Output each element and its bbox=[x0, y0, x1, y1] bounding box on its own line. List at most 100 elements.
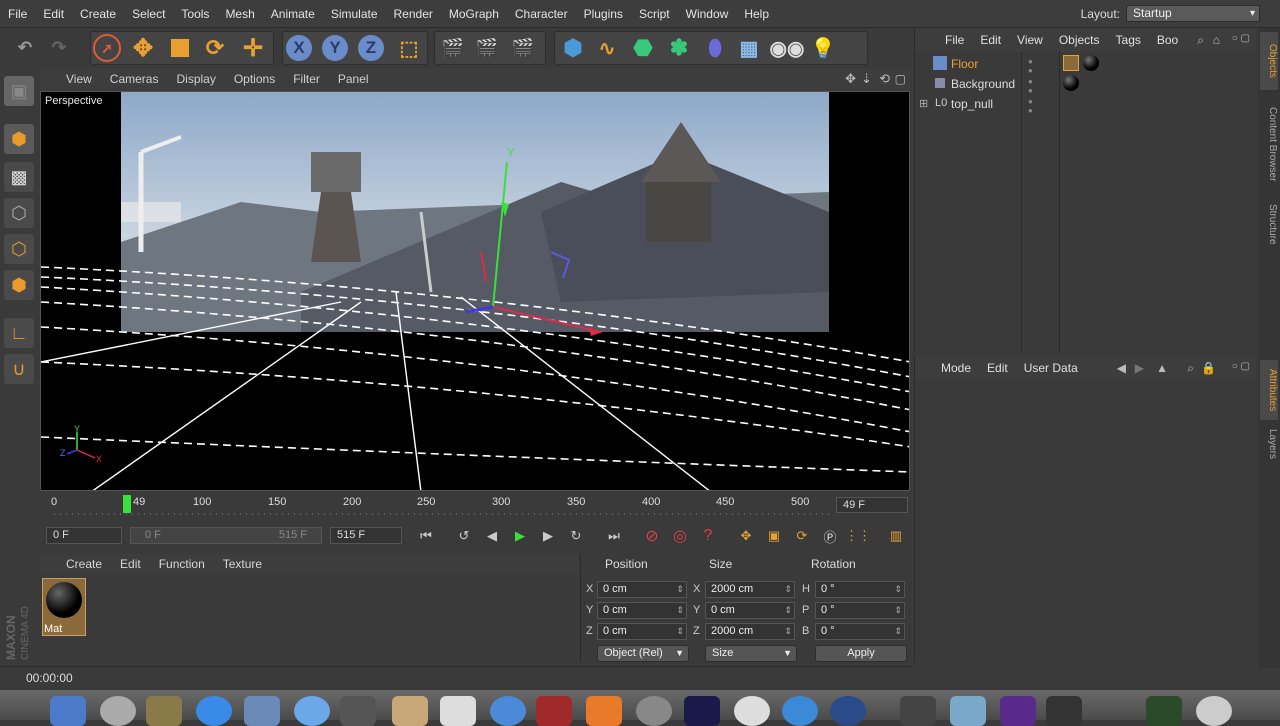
calendar-dock-icon[interactable] bbox=[440, 696, 476, 726]
menu-tools[interactable]: Tools bbox=[173, 7, 217, 21]
app3-dock-icon[interactable] bbox=[782, 696, 818, 726]
position-x-field[interactable]: 0 cm bbox=[597, 581, 687, 598]
light-icon[interactable]: 💡 bbox=[808, 33, 838, 63]
preview-dock-icon[interactable] bbox=[244, 696, 280, 726]
coordinate-system-icon[interactable]: ⬚ bbox=[394, 33, 424, 63]
move-tool-icon[interactable]: ✥ bbox=[128, 33, 158, 63]
tab-layers[interactable]: Layers bbox=[1260, 426, 1278, 462]
object-gizmo[interactable]: Y bbox=[41, 92, 910, 491]
object-menu-bookmarks[interactable]: Boo bbox=[1149, 33, 1186, 47]
object-menu-objects[interactable]: Objects bbox=[1051, 33, 1108, 47]
object-row-background[interactable]: Background ● ● bbox=[915, 74, 1255, 95]
scheme-icon[interactable]: ▥ bbox=[884, 524, 908, 548]
size-y-field[interactable]: 0 cm bbox=[705, 602, 795, 619]
viewport-zoom-icon[interactable]: ⇣ bbox=[861, 71, 872, 87]
attribute-menu-mode[interactable]: Mode bbox=[933, 361, 979, 375]
object-menu-view[interactable]: View bbox=[1009, 33, 1051, 47]
app-dock-icon[interactable] bbox=[146, 696, 182, 726]
viewport-menu-panel[interactable]: Panel bbox=[329, 72, 378, 86]
finder-dock-icon[interactable] bbox=[50, 696, 86, 726]
material-menu-texture[interactable]: Texture bbox=[214, 557, 271, 571]
rotation-p-field[interactable]: 0 ° bbox=[815, 602, 905, 619]
object-row-floor[interactable]: Floor ● ● bbox=[915, 54, 1255, 75]
previous-frame-icon[interactable]: ◀ bbox=[480, 524, 504, 548]
size-z-field[interactable]: 2000 cm bbox=[705, 623, 795, 640]
attribute-panel-icons[interactable]: ○ ▢ bbox=[1232, 361, 1250, 372]
live-selection-icon[interactable]: ✛ bbox=[238, 33, 268, 63]
material-menu-edit[interactable]: Edit bbox=[111, 557, 150, 571]
texture-mode-icon[interactable]: ▩ bbox=[4, 162, 34, 192]
tab-attributes[interactable]: Attributes bbox=[1260, 360, 1278, 420]
background-visibility-dots[interactable]: ● ● bbox=[1028, 77, 1033, 95]
app6-dock-icon[interactable] bbox=[1046, 696, 1082, 726]
photo-booth-dock-icon[interactable] bbox=[536, 696, 572, 726]
material-menu-function[interactable]: Function bbox=[150, 557, 214, 571]
cinema4d-dock-icon[interactable] bbox=[830, 696, 866, 726]
position-y-field[interactable]: 0 cm bbox=[597, 602, 687, 619]
object-row-top-null[interactable]: ⊞ L0 top_null ● ● bbox=[915, 94, 1255, 115]
floor-display-tag-icon[interactable] bbox=[1063, 55, 1079, 71]
x-axis-lock-button[interactable]: X bbox=[286, 35, 312, 61]
after-effects-dock-icon[interactable] bbox=[684, 696, 720, 726]
menu-simulate[interactable]: Simulate bbox=[323, 7, 386, 21]
notes-dock-icon[interactable] bbox=[392, 696, 428, 726]
app-store-dock-icon[interactable] bbox=[196, 696, 232, 726]
premiere-dock-icon[interactable] bbox=[1000, 696, 1036, 726]
current-frame-field[interactable]: 49 F bbox=[836, 497, 908, 513]
snap-magnet-icon[interactable]: ∪ bbox=[4, 354, 34, 384]
make-editable-icon[interactable]: ▣ bbox=[4, 76, 34, 106]
rotation-h-field[interactable]: 0 ° bbox=[815, 581, 905, 598]
size-mode-select[interactable]: Size ▼ bbox=[705, 645, 797, 662]
spline-pen-icon[interactable]: ∿ bbox=[592, 33, 622, 63]
viewport-menu-view[interactable]: View bbox=[40, 72, 101, 86]
polygons-mode-icon[interactable]: ⬢ bbox=[4, 270, 34, 300]
coordinate-mode-select[interactable]: Object (Rel) ▼ bbox=[597, 645, 689, 662]
menu-script[interactable]: Script bbox=[631, 7, 678, 21]
render-settings-icon[interactable]: 🎬 bbox=[508, 33, 538, 63]
menu-mesh[interactable]: Mesh bbox=[217, 7, 262, 21]
terminal-dock-icon[interactable] bbox=[1146, 696, 1182, 726]
key-pla-icon[interactable]: ⋮⋮ bbox=[845, 524, 871, 548]
top-null-visibility-dots[interactable]: ● ● bbox=[1028, 97, 1033, 115]
keyframe-selection-icon[interactable]: ? bbox=[696, 524, 720, 548]
launchpad-dock-icon[interactable] bbox=[100, 696, 136, 726]
rotate-tool-icon[interactable]: ⟳ bbox=[200, 33, 230, 63]
viewport-menu-options[interactable]: Options bbox=[225, 72, 284, 86]
cube-icon[interactable]: ⬢ bbox=[558, 33, 588, 63]
viewport-rotate-icon[interactable]: ⟲ bbox=[879, 71, 890, 87]
background-material-tag-icon[interactable] bbox=[1063, 75, 1079, 91]
menu-character[interactable]: Character bbox=[507, 7, 576, 21]
menu-file[interactable]: File bbox=[0, 7, 35, 21]
viewport-menu-cameras[interactable]: Cameras bbox=[101, 72, 168, 86]
trash-dock-icon[interactable] bbox=[1196, 696, 1232, 726]
app5-dock-icon[interactable] bbox=[950, 696, 986, 726]
menu-select[interactable]: Select bbox=[124, 7, 173, 21]
undo-icon[interactable]: ↶ bbox=[10, 33, 40, 63]
viewport-menu-filter[interactable]: Filter bbox=[284, 72, 329, 86]
camera-dock-icon[interactable] bbox=[340, 696, 376, 726]
attribute-back-icon[interactable]: ◀ bbox=[1117, 361, 1126, 375]
attribute-forward-icon[interactable]: ▶ bbox=[1135, 361, 1144, 375]
record-keys-icon[interactable]: ⊘ bbox=[640, 524, 664, 548]
key-parameter-icon[interactable]: Ⓟ bbox=[818, 524, 842, 548]
attribute-lock-icon[interactable]: 🔒 bbox=[1201, 361, 1216, 375]
timeline-ruler[interactable]: 0 49 100 150 200 250 300 350 400 450 500… bbox=[40, 492, 910, 518]
axis-mode-icon[interactable]: ∟ bbox=[4, 318, 34, 348]
render-view-icon[interactable]: 🎬 bbox=[438, 33, 468, 63]
menu-help[interactable]: Help bbox=[736, 7, 777, 21]
attribute-search-icon[interactable]: ⌕ bbox=[1187, 361, 1194, 376]
points-mode-icon[interactable]: ⬡ bbox=[4, 198, 34, 228]
material-swatch[interactable]: Mat bbox=[42, 578, 86, 636]
attribute-menu-user-data[interactable]: User Data bbox=[1016, 361, 1086, 375]
play-icon[interactable]: ▶ bbox=[508, 524, 532, 548]
deformer-icon[interactable]: ⬮ bbox=[700, 33, 730, 63]
redo-icon[interactable]: ↷ bbox=[44, 33, 74, 63]
menu-animate[interactable]: Animate bbox=[263, 7, 323, 21]
tab-structure[interactable]: Structure bbox=[1260, 196, 1278, 252]
object-home-icon[interactable]: ⌂ bbox=[1213, 33, 1220, 47]
next-frame-icon[interactable]: ▶ bbox=[536, 524, 560, 548]
tab-content-browser[interactable]: Content Browser bbox=[1260, 96, 1278, 192]
subdivision-surface-icon[interactable]: ⬣ bbox=[628, 33, 658, 63]
object-menu-tags[interactable]: Tags bbox=[1108, 33, 1149, 47]
system-preferences-dock-icon[interactable] bbox=[636, 696, 672, 726]
